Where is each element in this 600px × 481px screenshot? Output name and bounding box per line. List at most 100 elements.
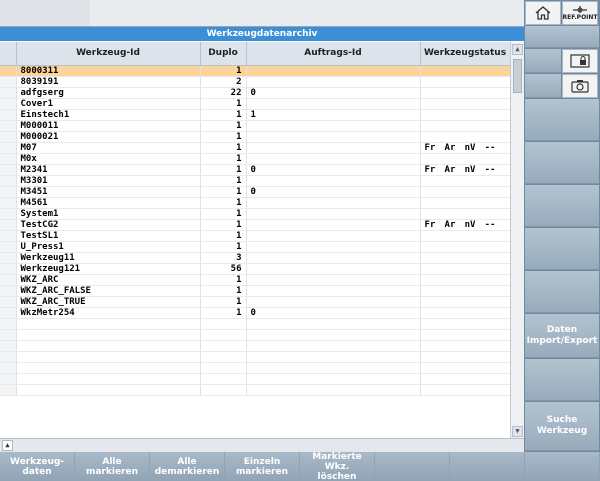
vsoftkey-blank-2[interactable] xyxy=(525,49,561,73)
cell-duplo: 1 xyxy=(200,175,247,187)
row-marker[interactable] xyxy=(0,274,17,286)
cell-order-id xyxy=(246,142,421,154)
row-marker[interactable] xyxy=(0,230,17,242)
refpoint-button[interactable]: REF.POINT xyxy=(562,1,598,25)
table-row[interactable]: M3301 1 xyxy=(0,175,510,187)
empty-cell xyxy=(420,384,510,396)
table-row[interactable]: M4561 1 xyxy=(0,197,510,209)
row-marker[interactable] xyxy=(0,109,17,121)
vsoftkey-blank-4[interactable] xyxy=(525,99,599,141)
softkey-select-single[interactable]: Einzeln markieren xyxy=(225,452,300,481)
table-row[interactable]: TestCG2 1 Fr Ar nV -- xyxy=(0,219,510,231)
table-row[interactable]: M07 1 Fr Ar nV -- xyxy=(0,142,510,154)
table-row[interactable]: WKZ_ARC 1 xyxy=(0,274,510,286)
table-row[interactable]: 8000311 1 xyxy=(0,65,510,77)
cell-order-id: 0 xyxy=(246,87,421,99)
empty-cell xyxy=(246,373,421,385)
table-row[interactable]: M000011 1 xyxy=(0,120,510,132)
table-row[interactable]: System1 1 xyxy=(0,208,510,220)
empty-cell xyxy=(16,340,201,352)
row-marker[interactable] xyxy=(0,142,17,154)
row-marker[interactable] xyxy=(0,76,17,88)
empty-cell xyxy=(16,329,201,341)
cell-tool-id: WKZ_ARC_FALSE xyxy=(16,285,201,297)
vsoftkey-blank-8[interactable] xyxy=(525,271,599,313)
row-marker[interactable] xyxy=(0,252,17,264)
cell-duplo: 1 xyxy=(200,142,247,154)
empty-cell xyxy=(420,362,510,374)
softkey-werkzeugdaten[interactable]: Werkzeug- daten xyxy=(0,452,75,481)
table-row[interactable]: Werkzeug121 56 xyxy=(0,263,510,275)
softkey-empty-6[interactable] xyxy=(375,452,450,481)
row-marker[interactable] xyxy=(0,153,17,165)
expand-up-icon[interactable]: ▲ xyxy=(2,440,13,451)
softkey-data-import-export[interactable]: Daten Import/Export xyxy=(525,314,599,358)
cell-tool-id: M3301 xyxy=(16,175,201,187)
vsoftkey-blank-6[interactable] xyxy=(525,185,599,227)
row-marker[interactable] xyxy=(0,164,17,176)
table-row[interactable]: Einstech1 1 1 xyxy=(0,109,510,121)
row-marker[interactable] xyxy=(0,186,17,198)
col-header-tool-id[interactable]: Werkzeug-Id xyxy=(16,42,201,66)
scroll-thumb[interactable] xyxy=(513,59,522,93)
vsoftkey-blank-9[interactable] xyxy=(525,359,599,401)
col-header-order-id[interactable]: Auftrags-Id xyxy=(246,42,421,66)
cell-status xyxy=(420,274,510,286)
row-marker[interactable] xyxy=(0,296,17,308)
scroll-up-icon[interactable]: ▲ xyxy=(512,44,523,55)
row-marker[interactable] xyxy=(0,208,17,220)
screenshot-button[interactable] xyxy=(562,74,598,98)
table-row[interactable]: Werkzeug11 3 xyxy=(0,252,510,264)
row-marker[interactable] xyxy=(0,285,17,297)
softkey-empty-8[interactable] xyxy=(525,452,600,481)
table-row[interactable]: adfgserg 22 0 xyxy=(0,87,510,99)
table-row[interactable]: TestSL1 1 xyxy=(0,230,510,242)
row-marker[interactable] xyxy=(0,131,17,143)
table-row[interactable]: M3451 1 0 xyxy=(0,186,510,198)
empty-cell xyxy=(0,318,17,330)
row-marker[interactable] xyxy=(0,263,17,275)
table-row[interactable]: WKZ_ARC_TRUE 1 xyxy=(0,296,510,308)
table-row[interactable]: U_Press1 1 xyxy=(0,241,510,253)
row-marker[interactable] xyxy=(0,87,17,99)
softkey-empty-7[interactable] xyxy=(450,452,525,481)
table-row[interactable]: WKZ_ARC_FALSE 1 xyxy=(0,285,510,297)
cell-status: Fr Ar nV -- xyxy=(420,142,510,154)
softkey-search-tool[interactable]: Suche Werkzeug xyxy=(525,402,599,451)
softkey-deselect-all[interactable]: Alle demarkieren xyxy=(150,452,225,481)
row-marker[interactable] xyxy=(0,98,17,110)
table-row[interactable]: M000021 1 xyxy=(0,131,510,143)
row-marker[interactable] xyxy=(0,219,17,231)
row-marker[interactable] xyxy=(0,120,17,132)
table-row[interactable]: M0x 1 xyxy=(0,153,510,165)
softkey-select-all[interactable]: Alle markieren xyxy=(75,452,150,481)
table-row[interactable]: WkzMetr254 1 0 xyxy=(0,307,510,319)
cell-tool-id: adfgserg xyxy=(16,87,201,99)
softkey-delete-marked[interactable]: Markierte Wkz. löschen xyxy=(300,452,375,481)
vsoftkey-blank-5[interactable] xyxy=(525,142,599,184)
empty-cell xyxy=(0,340,17,352)
vsoftkey-blank-3[interactable] xyxy=(525,74,561,98)
empty-cell xyxy=(16,384,201,396)
row-marker[interactable] xyxy=(0,197,17,209)
status-flag: Fr xyxy=(424,164,436,175)
table-row[interactable]: M2341 1 0 Fr Ar nV -- xyxy=(0,164,510,176)
table-row[interactable]: 8039191 2 xyxy=(0,76,510,88)
vsoftkey-blank-7[interactable] xyxy=(525,228,599,270)
lock-button[interactable] xyxy=(562,49,598,73)
row-marker[interactable] xyxy=(0,65,17,77)
scroll-down-icon[interactable]: ▼ xyxy=(512,426,523,437)
col-header-status[interactable]: Werkzeugstatus xyxy=(420,42,510,66)
status-flag: -- xyxy=(484,219,496,230)
status-flag: Ar xyxy=(444,164,456,175)
vsoftkey-blank-1[interactable] xyxy=(525,26,599,48)
table-header-row: Werkzeug-Id Duplo Auftrags-Id Werkzeugst… xyxy=(0,42,510,66)
vertical-scrollbar[interactable]: ▲ ▼ xyxy=(510,42,524,439)
table-row[interactable]: Cover1 1 xyxy=(0,98,510,110)
empty-cell xyxy=(16,373,201,385)
col-header-duplo[interactable]: Duplo xyxy=(200,42,247,66)
row-marker[interactable] xyxy=(0,307,17,319)
home-button[interactable] xyxy=(525,1,561,25)
row-marker[interactable] xyxy=(0,175,17,187)
row-marker[interactable] xyxy=(0,241,17,253)
